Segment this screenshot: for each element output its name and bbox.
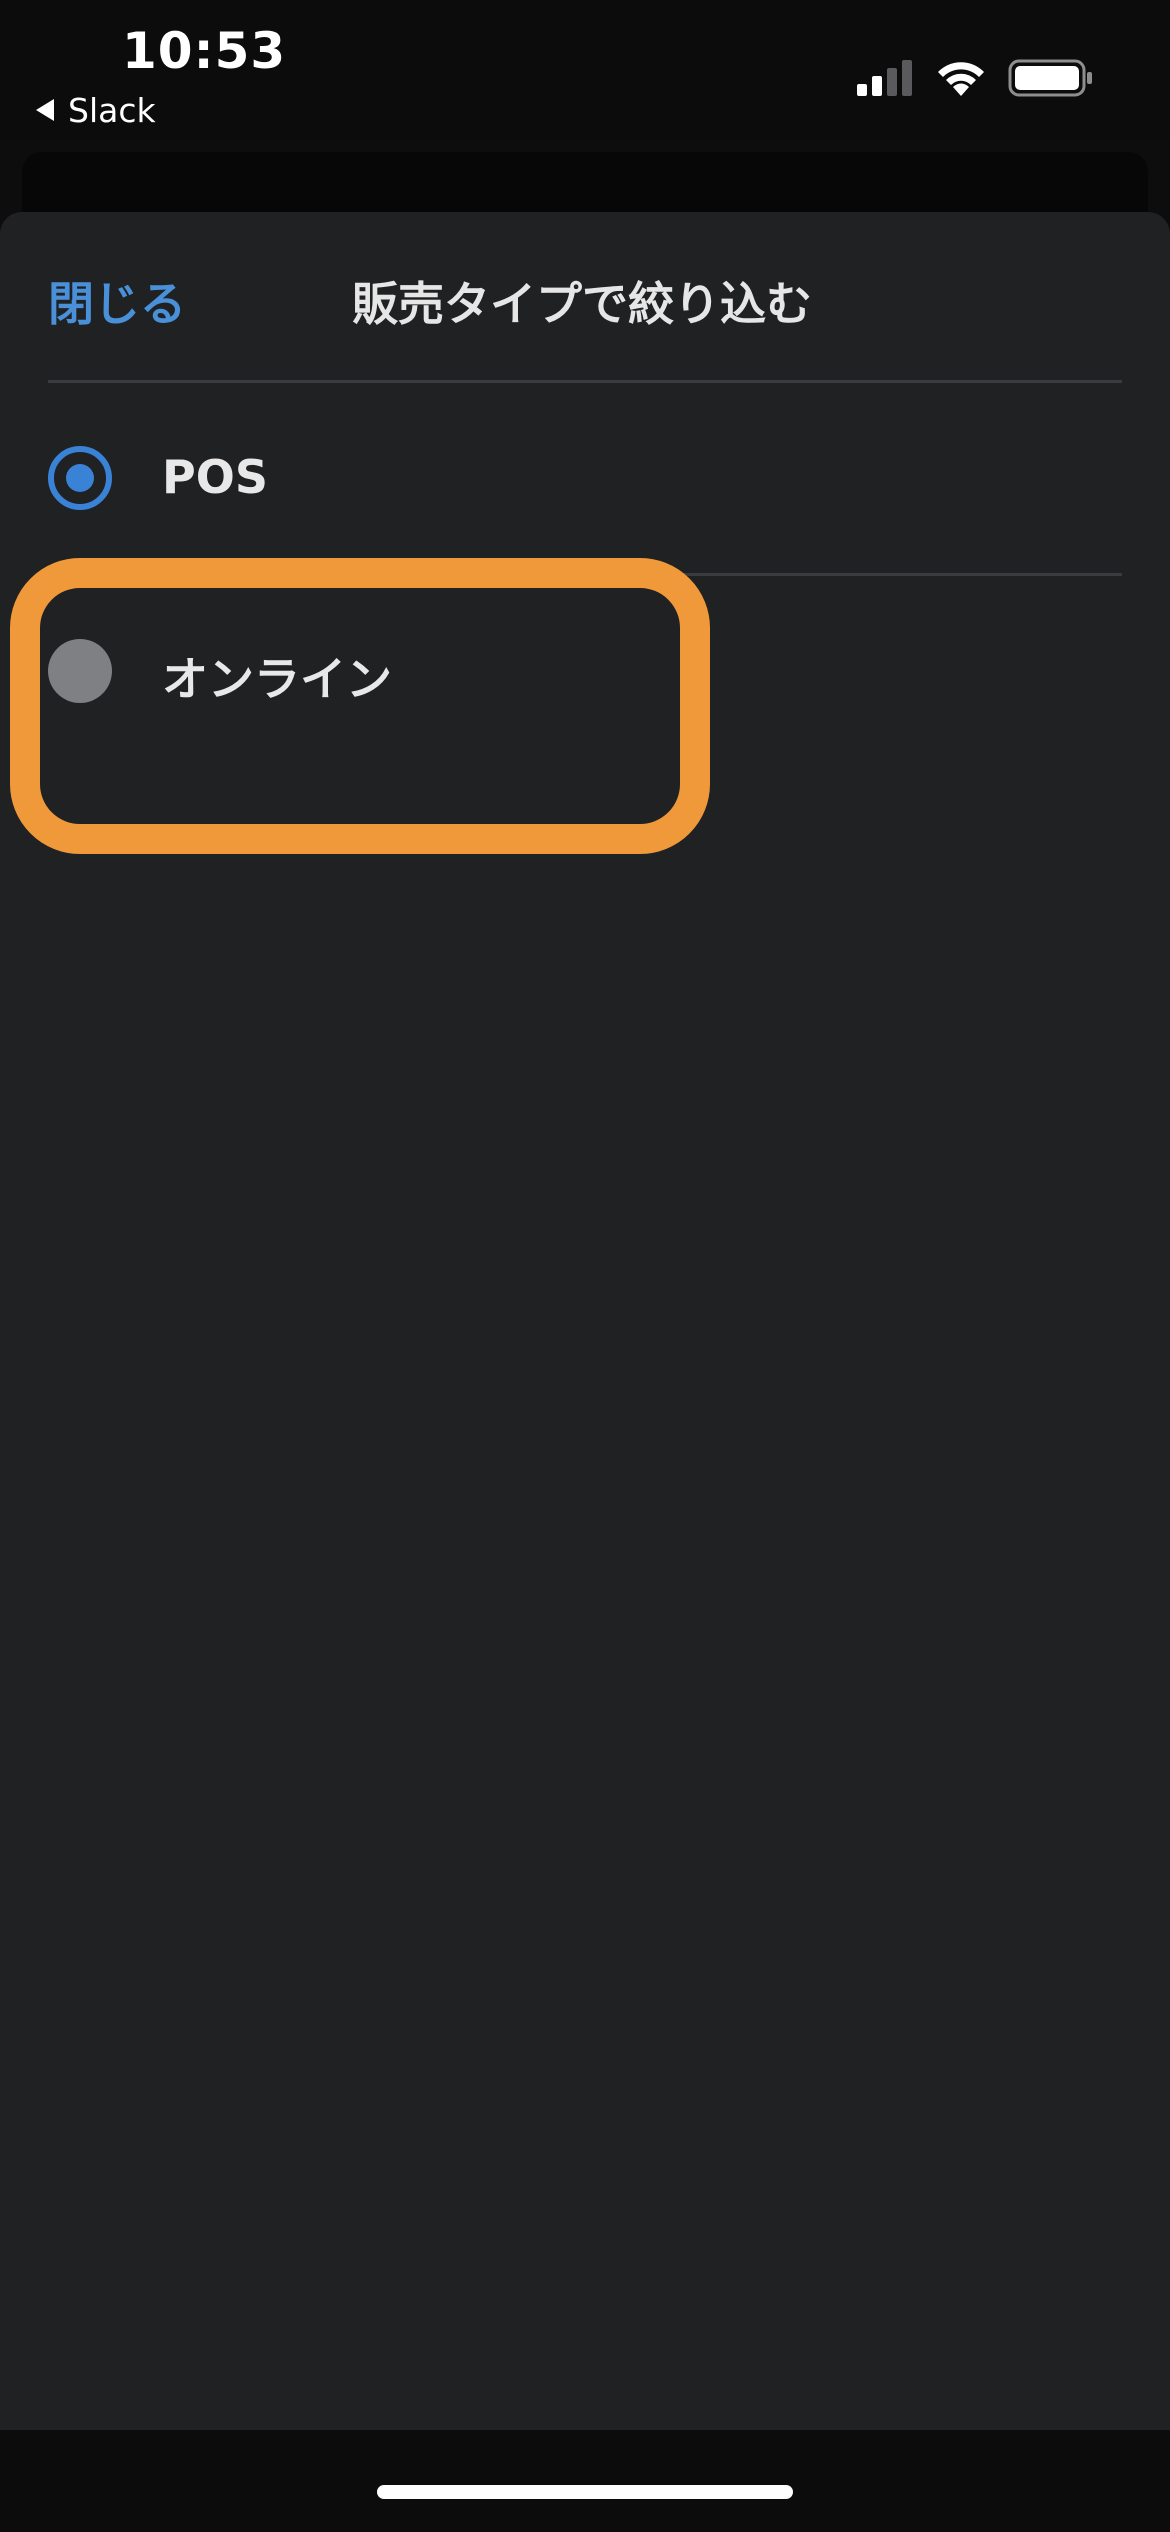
option-online[interactable]: オンライン xyxy=(0,576,1170,766)
status-bar: 10:53 Slack xyxy=(0,0,1170,140)
close-button[interactable]: 閉じる xyxy=(48,268,186,334)
back-to-app-button[interactable]: Slack xyxy=(36,90,156,130)
option-label: オンライン xyxy=(162,652,392,706)
cellular-signal-icon xyxy=(857,60,912,96)
bottom-safe-area xyxy=(0,2430,1170,2532)
home-indicator[interactable] xyxy=(377,2485,793,2499)
screen: 10:53 Slack 閉じる 販売タイプで絞り込む POS オンライン xyxy=(0,0,1170,2532)
radio-selected-icon[interactable] xyxy=(48,446,112,510)
option-pos[interactable]: POS xyxy=(0,383,1170,573)
radio-unselected-icon[interactable] xyxy=(48,639,112,703)
battery-icon xyxy=(1008,59,1092,97)
option-label: POS xyxy=(162,450,268,504)
status-time: 10:53 xyxy=(122,22,287,80)
wifi-icon xyxy=(938,62,984,96)
sheet-header: 閉じる 販売タイプで絞り込む xyxy=(0,212,1170,382)
back-app-label: Slack xyxy=(68,90,156,130)
sheet-title: 販売タイプで絞り込む xyxy=(352,277,812,331)
back-triangle-icon xyxy=(36,99,54,121)
filter-sheet: 閉じる 販売タイプで絞り込む POS オンライン xyxy=(0,212,1170,2430)
